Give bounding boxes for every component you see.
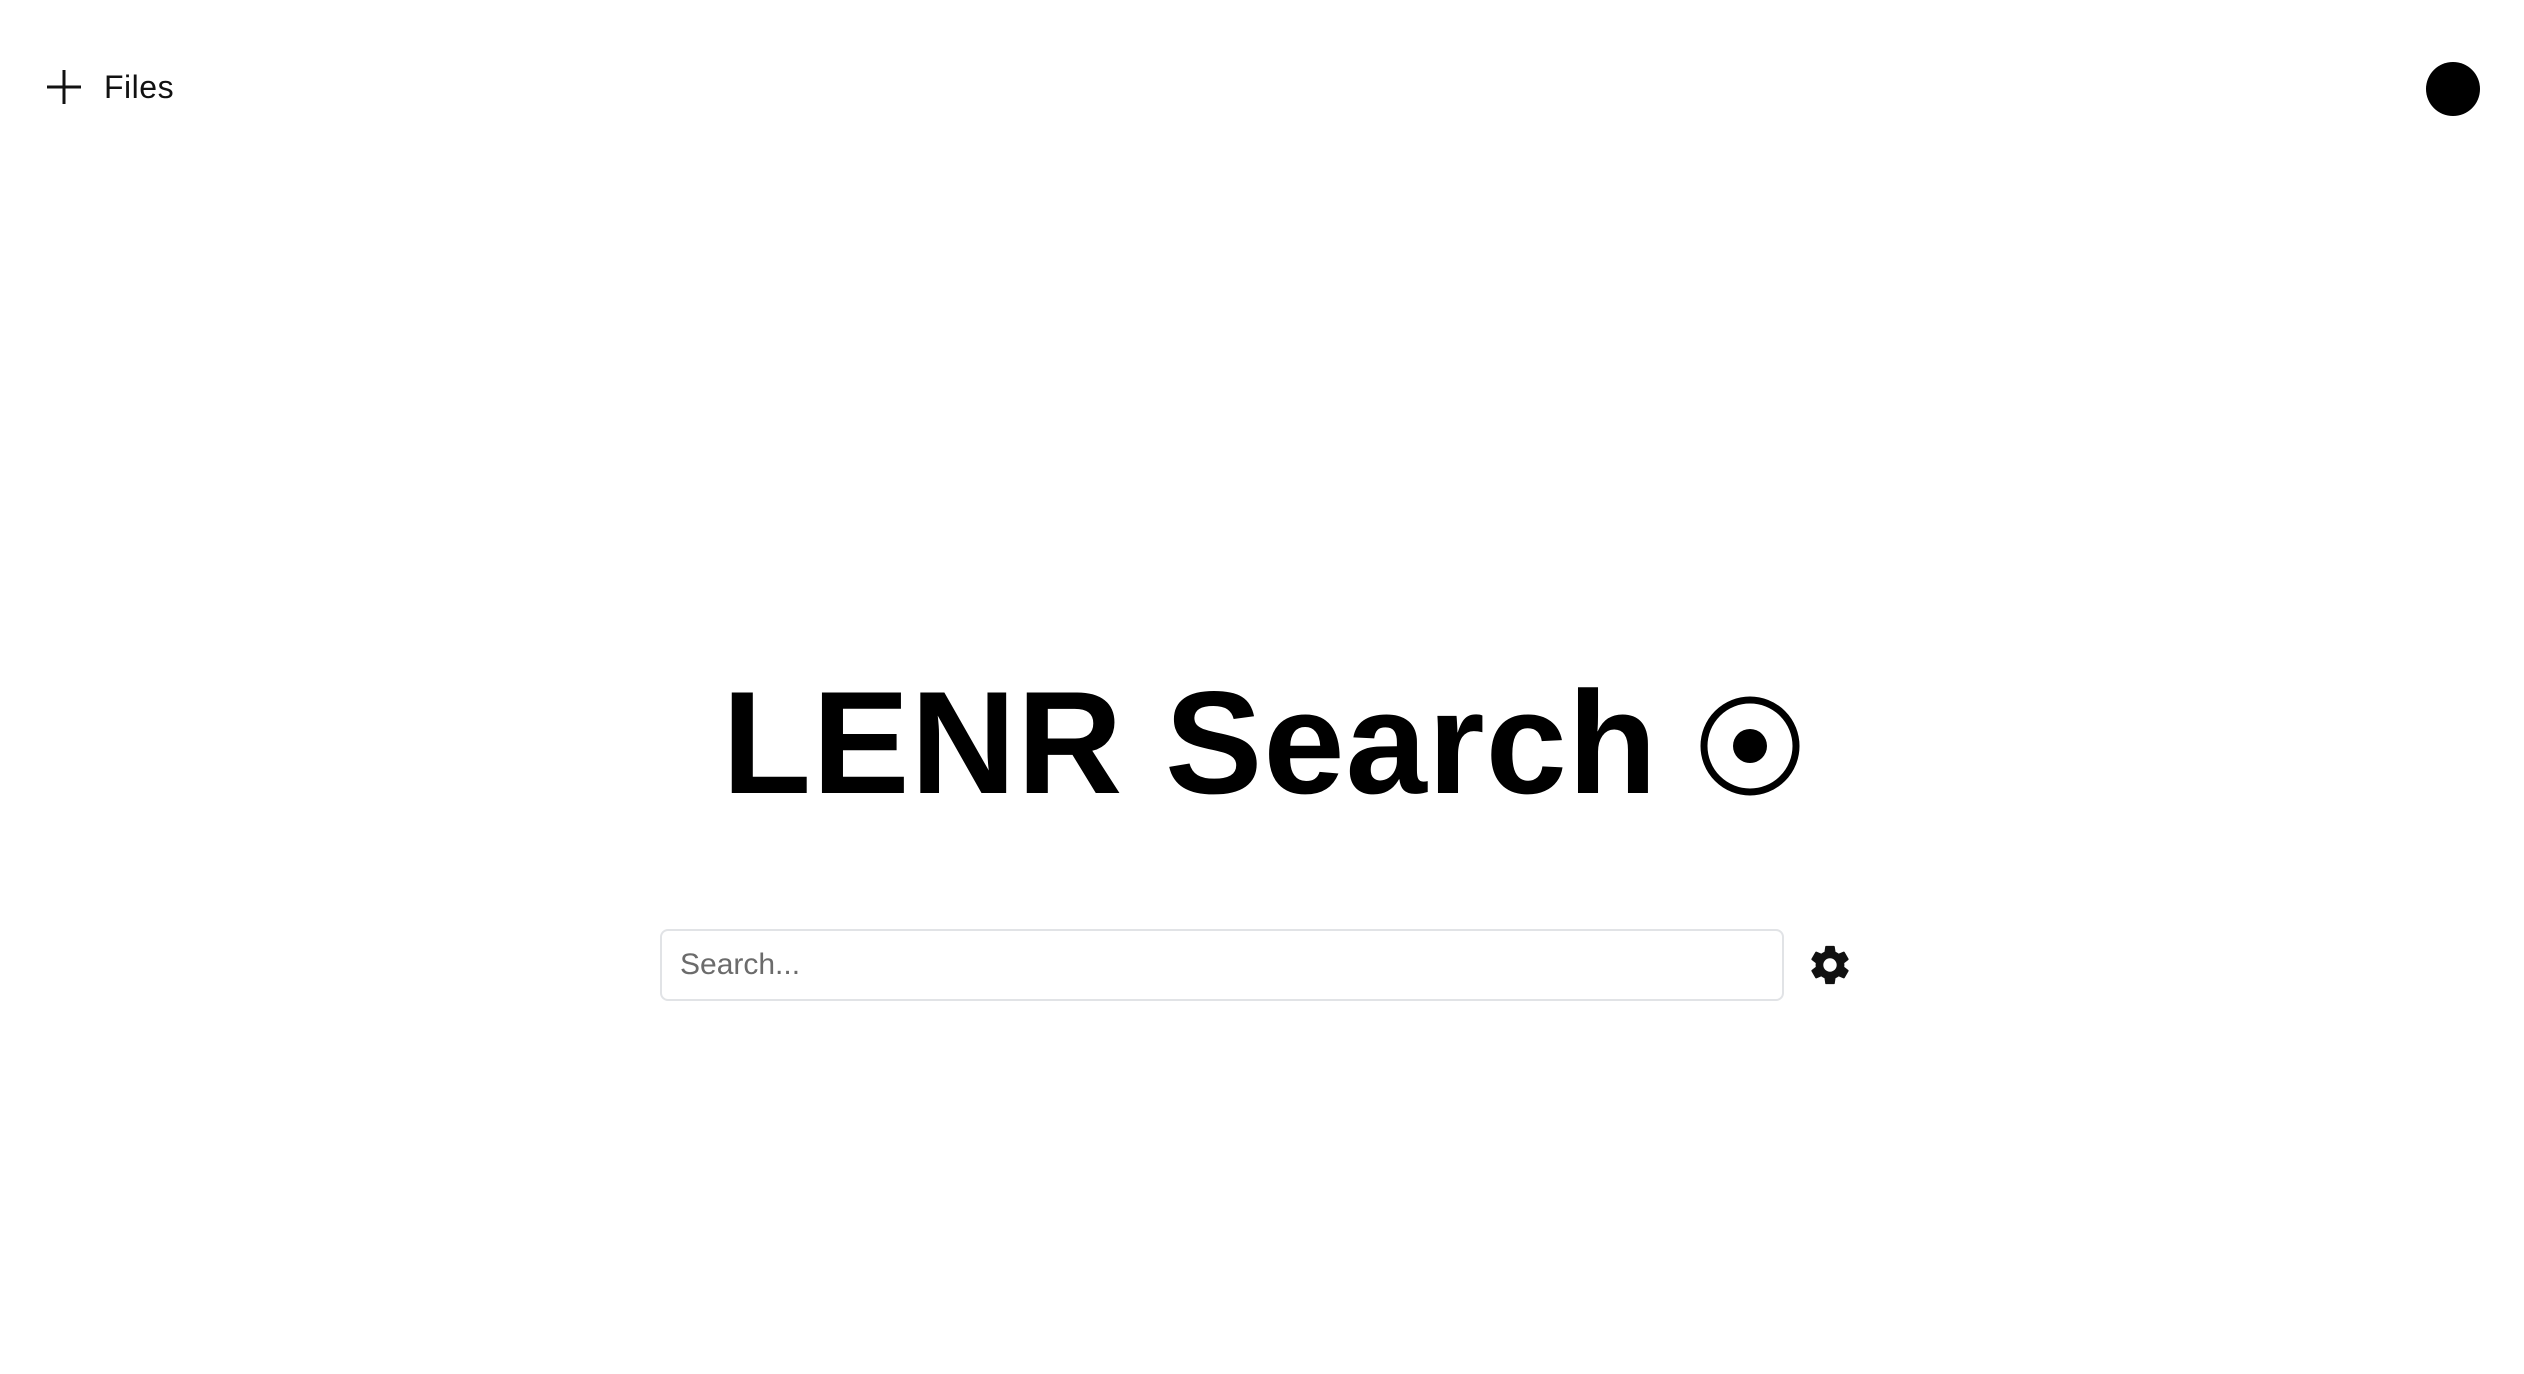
search-row bbox=[660, 929, 1854, 1001]
files-label: Files bbox=[104, 69, 175, 105]
files-button[interactable]: Files bbox=[44, 62, 174, 112]
gear-icon bbox=[1811, 945, 1849, 985]
avatar-dot[interactable] bbox=[2426, 62, 2480, 116]
target-icon bbox=[1700, 696, 1800, 796]
settings-button[interactable] bbox=[1806, 941, 1854, 989]
page-title: LENR Search bbox=[722, 661, 1658, 824]
plus-icon bbox=[47, 70, 81, 104]
search-input[interactable] bbox=[660, 929, 1784, 1001]
title-area: LENR Search bbox=[0, 670, 2524, 816]
